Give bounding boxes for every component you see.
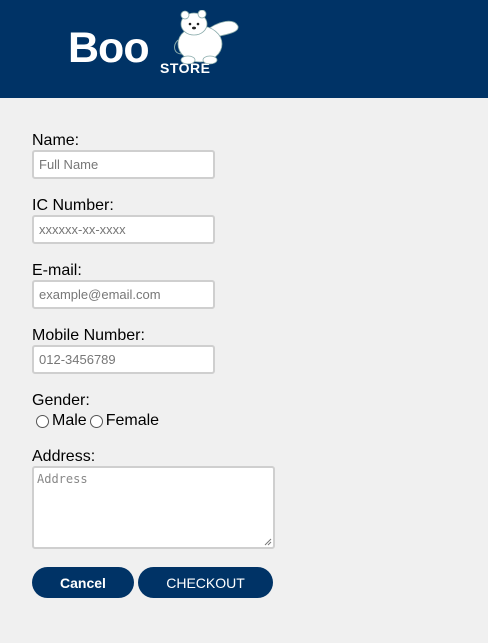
mobile-number-input[interactable]: [32, 345, 215, 374]
store-logo[interactable]: Boo STORE: [68, 10, 248, 80]
gender-male-label[interactable]: Male: [52, 412, 87, 430]
bear-mascot-icon: [174, 10, 239, 65]
gender-label: Gender:: [32, 392, 90, 409]
gender-options: Male Female: [36, 411, 162, 431]
address-label: Address:: [32, 448, 96, 465]
gender-female-radio[interactable]: [89, 414, 103, 428]
ic-number-label: IC Number:: [32, 197, 114, 214]
email-input[interactable]: [32, 280, 215, 309]
mobile-number-label: Mobile Number:: [32, 327, 145, 344]
gender-female-label[interactable]: Female: [106, 412, 159, 430]
resize-grip-icon[interactable]: [264, 538, 272, 546]
header-banner: Boo STORE: [0, 0, 488, 98]
checkout-button[interactable]: CHECKOUT: [138, 567, 273, 598]
cancel-button[interactable]: Cancel: [32, 567, 134, 598]
name-input[interactable]: [32, 150, 215, 179]
name-label: Name:: [32, 132, 80, 149]
email-label: E-mail:: [32, 262, 82, 279]
logo-text: Boo: [68, 24, 150, 72]
ic-number-input[interactable]: [32, 215, 215, 244]
gender-male-radio[interactable]: [36, 414, 49, 428]
address-textarea[interactable]: [32, 466, 275, 549]
